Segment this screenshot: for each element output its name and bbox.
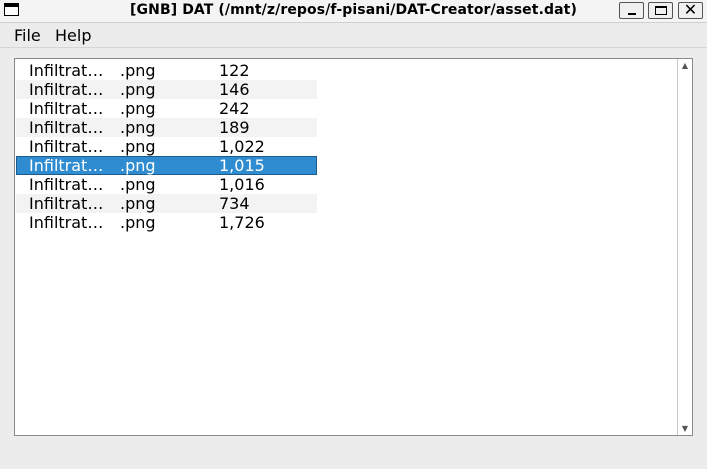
list-item[interactable]: Infiltrat… .png 122 [16,61,317,80]
scroll-down-icon[interactable]: ▼ [678,424,692,433]
asset-name: Infiltrat… [29,175,104,194]
asset-extension: .png [120,118,156,137]
list-item[interactable]: Infiltrat… .png 189 [16,118,317,137]
close-icon: ✕ [683,0,698,19]
list-item[interactable]: Infiltrat… .png 242 [16,99,317,118]
menu-file[interactable]: File [14,26,41,45]
asset-size: 1,016 [219,175,265,194]
vertical-scrollbar[interactable]: ▲ ▼ [677,59,692,435]
asset-extension: .png [120,61,156,80]
maximize-button[interactable] [648,2,673,19]
scroll-up-icon[interactable]: ▲ [678,61,692,70]
asset-name: Infiltrat… [29,61,104,80]
maximize-icon [655,6,667,15]
asset-name: Infiltrat… [29,80,104,99]
asset-size: 1,726 [219,213,265,232]
asset-name: Infiltrat… [29,137,104,156]
asset-rows: Infiltrat… .png 122 Infiltrat… .png 146 Infilt… [16,61,317,232]
close-button[interactable]: ✕ [678,0,703,19]
list-item[interactable]: Infiltrat… .png 146 [16,80,317,99]
asset-size: 146 [219,80,250,99]
menu-help[interactable]: Help [55,26,91,45]
asset-extension: .png [120,213,156,232]
asset-extension: .png [120,175,156,194]
asset-size: 122 [219,61,250,80]
window-title: [GNB] DAT (/mnt/z/repos/f-pisani/DAT-Cre… [130,2,577,18]
asset-size: 734 [219,194,250,213]
asset-list[interactable]: Infiltrat… .png 122 Infiltrat… .png 146 Infilt… [14,58,693,436]
asset-extension: .png [120,80,156,99]
asset-name: Infiltrat… [29,99,104,118]
title-bar[interactable]: [GNB] DAT (/mnt/z/repos/f-pisani/DAT-Cre… [0,0,707,23]
list-item[interactable]: Infiltrat… .png 1,015 [16,156,317,175]
minimize-button[interactable] [619,2,644,19]
list-item[interactable]: Infiltrat… .png 1,016 [16,175,317,194]
asset-size: 1,015 [219,156,265,175]
minimize-icon [628,13,636,15]
asset-size: 189 [219,118,250,137]
asset-name: Infiltrat… [29,194,104,213]
asset-size: 1,022 [219,137,265,156]
asset-name: Infiltrat… [29,156,104,175]
list-item[interactable]: Infiltrat… .png 1,022 [16,137,317,156]
list-item[interactable]: Infiltrat… .png 1,726 [16,213,317,232]
asset-extension: .png [120,99,156,118]
asset-extension: .png [120,156,156,175]
asset-name: Infiltrat… [29,213,104,232]
asset-size: 242 [219,99,250,118]
asset-name: Infiltrat… [29,118,104,137]
list-item[interactable]: Infiltrat… .png 734 [16,194,317,213]
menu-bar: File Help [0,23,707,48]
asset-extension: .png [120,194,156,213]
asset-extension: .png [120,137,156,156]
